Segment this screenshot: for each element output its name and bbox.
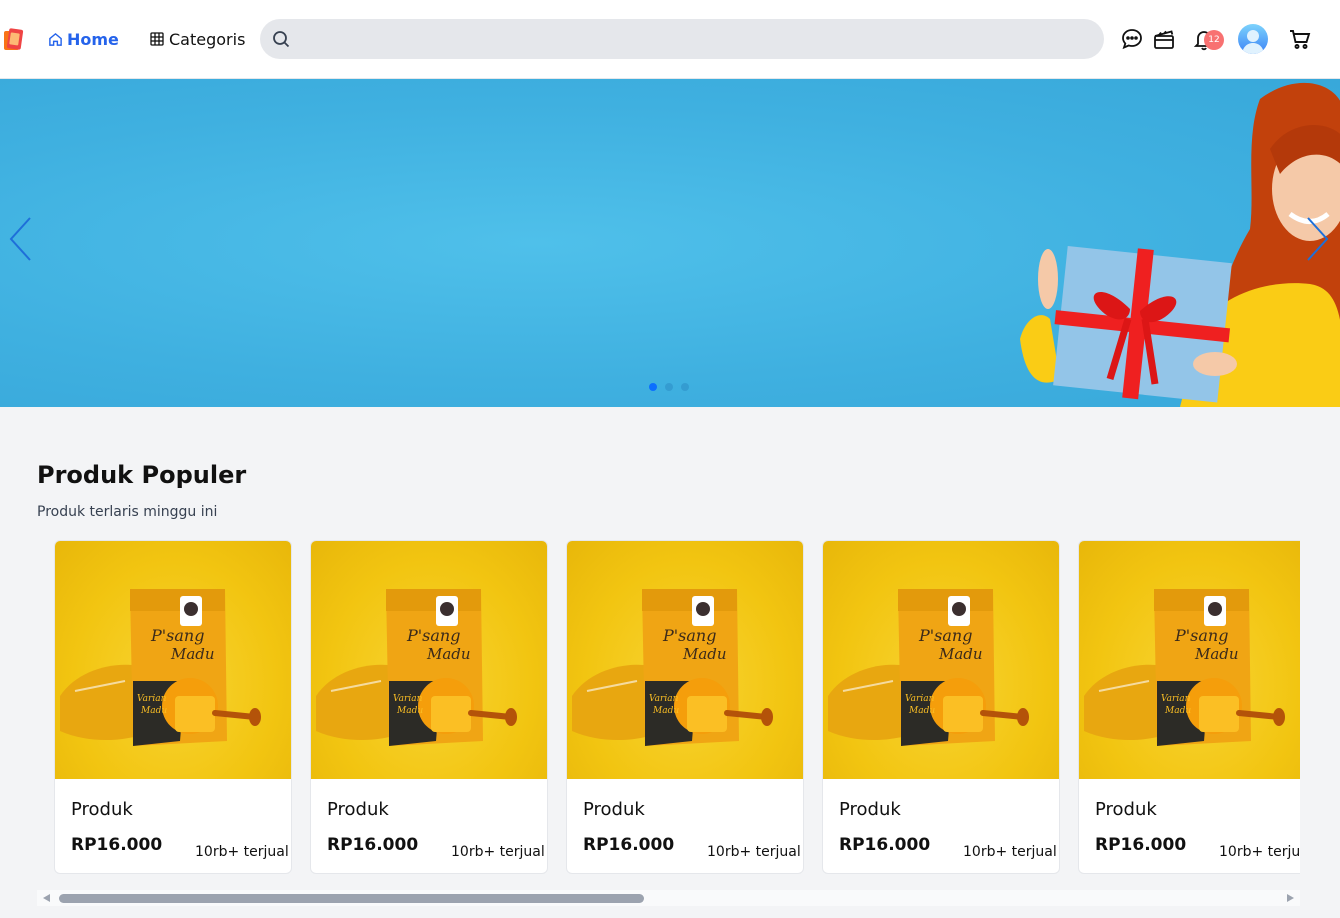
product-name: Produk <box>327 799 389 820</box>
product-price: RP16.000 <box>1095 835 1187 855</box>
package-variant-text-2: Madu <box>396 706 423 716</box>
chat-icon[interactable] <box>1120 27 1144 51</box>
grid-icon <box>150 32 164 46</box>
product-carousel[interactable]: P'sang Madu Varian Madu Produk RP16.000 … <box>37 540 1300 875</box>
product-sold-count: 10rb+ terjual <box>707 844 801 860</box>
package-brand-text-2: Madu <box>938 645 983 663</box>
cart-icon[interactable] <box>1288 27 1312 51</box>
product-card[interactable]: P'sang Madu Varian Madu Produk RP16.000 … <box>1078 540 1300 874</box>
nav-categories-link[interactable]: Categoris <box>150 28 245 50</box>
home-icon <box>49 32 62 46</box>
product-image: P'sang Madu Varian Madu <box>567 541 803 779</box>
package-brand-text-2: Madu <box>170 645 215 663</box>
product-card[interactable]: P'sang Madu Varian Madu Produk RP16.000 … <box>566 540 804 874</box>
product-card[interactable]: P'sang Madu Varian Madu Produk RP16.000 … <box>54 540 292 874</box>
horizontal-scrollbar[interactable] <box>37 890 1300 906</box>
package-brand-text: P'sang <box>1174 626 1228 645</box>
notification-badge: 12 <box>1204 30 1224 50</box>
package-variant-text-2: Madu <box>652 706 679 716</box>
top-navbar: Home Categoris 12 <box>0 0 1340 79</box>
product-name: Produk <box>71 799 133 820</box>
product-sold-count: 10rb+ terjual <box>451 844 545 860</box>
carousel-dot[interactable] <box>649 383 657 391</box>
package-variant-text: Varian <box>393 694 423 704</box>
search-icon[interactable] <box>272 30 290 48</box>
carousel-dot[interactable] <box>665 383 673 391</box>
product-sold-count: 10rb+ terjual <box>195 844 289 860</box>
package-variant-text-2: Madu <box>140 706 167 716</box>
package-brand-text: P'sang <box>662 626 716 645</box>
shopping-bag-logo[interactable] <box>2 26 24 52</box>
package-brand-text-2: Madu <box>1194 645 1239 663</box>
product-name: Produk <box>1095 799 1157 820</box>
product-image: P'sang Madu Varian Madu <box>1079 541 1300 779</box>
banner-image-woman-with-gift <box>1020 83 1340 407</box>
avatar[interactable] <box>1238 24 1268 54</box>
nav-home-label: Home <box>67 29 119 49</box>
scroll-left-arrow-icon[interactable] <box>43 894 50 902</box>
product-sold-count: 10rb+ terjual <box>963 844 1057 860</box>
section-title: Produk Populer <box>37 461 247 489</box>
package-variant-text-2: Madu <box>1164 706 1191 716</box>
package-brand-text-2: Madu <box>426 645 471 663</box>
package-brand-text: P'sang <box>918 626 972 645</box>
product-name: Produk <box>839 799 901 820</box>
carousel-dot[interactable] <box>681 383 689 391</box>
package-variant-text: Varian <box>1161 694 1191 704</box>
product-image: P'sang Madu Varian Madu <box>311 541 547 779</box>
clapperboard-icon[interactable] <box>1152 27 1176 51</box>
package-brand-text: P'sang <box>406 626 460 645</box>
product-card[interactable]: P'sang Madu Varian Madu Produk RP16.000 … <box>310 540 548 874</box>
hero-carousel[interactable] <box>0 79 1340 407</box>
package-brand-text-2: Madu <box>682 645 727 663</box>
package-variant-text: Varian <box>649 694 679 704</box>
product-price: RP16.000 <box>583 835 675 855</box>
carousel-prev-arrow[interactable] <box>6 214 36 264</box>
package-variant-text: Varian <box>137 694 167 704</box>
carousel-next-arrow[interactable] <box>1302 214 1332 264</box>
product-sold-count: 10rb+ terjual <box>1219 844 1300 860</box>
section-subtitle: Produk terlaris minggu ini <box>37 504 218 520</box>
product-image: P'sang Madu Varian Madu <box>823 541 1059 779</box>
search-input[interactable] <box>298 19 1104 59</box>
scroll-right-arrow-icon[interactable] <box>1287 894 1294 902</box>
scrollbar-thumb[interactable] <box>59 894 644 903</box>
user-icon <box>1242 30 1264 54</box>
package-variant-text-2: Madu <box>908 706 935 716</box>
nav-home-link[interactable]: Home <box>48 28 119 50</box>
product-card[interactable]: P'sang Madu Varian Madu Produk RP16.000 … <box>822 540 1060 874</box>
nav-categories-label: Categoris <box>169 29 246 49</box>
carousel-pagination <box>649 383 689 391</box>
product-track: P'sang Madu Varian Madu Produk RP16.000 … <box>54 540 1300 874</box>
package-variant-text: Varian <box>905 694 935 704</box>
product-image: P'sang Madu Varian Madu <box>55 541 291 779</box>
search-bar[interactable] <box>260 19 1104 59</box>
package-brand-text: P'sang <box>150 626 204 645</box>
product-price: RP16.000 <box>327 835 419 855</box>
product-price: RP16.000 <box>839 835 931 855</box>
product-price: RP16.000 <box>71 835 163 855</box>
product-name: Produk <box>583 799 645 820</box>
